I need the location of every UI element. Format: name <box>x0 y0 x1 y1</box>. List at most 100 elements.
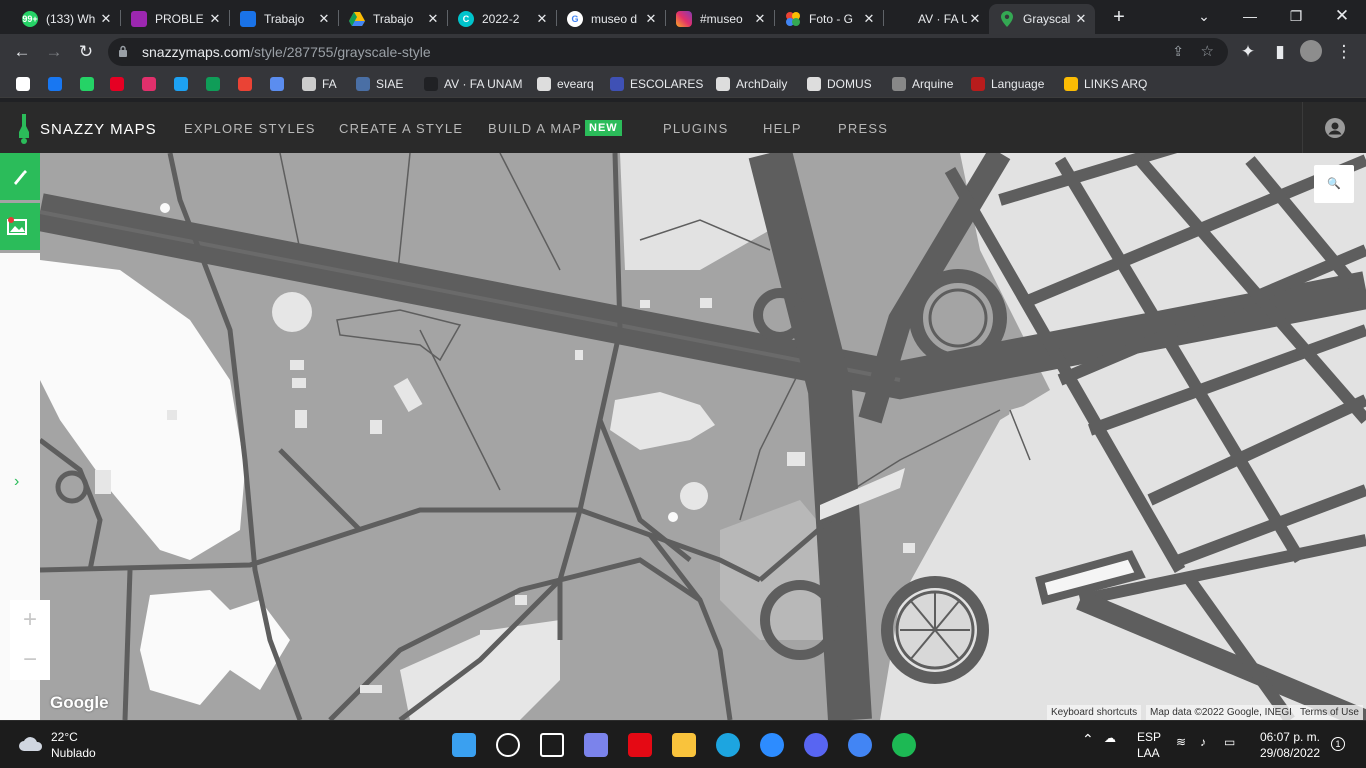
weather-temperature[interactable]: 22°C <box>51 730 78 744</box>
keyboard-layout-indicator[interactable]: LAA <box>1137 746 1160 760</box>
language-indicator[interactable]: ESP <box>1137 730 1161 744</box>
close-icon[interactable]: ✕ <box>534 11 550 27</box>
address-bar[interactable]: snazzymaps.com/style/287755/grayscale-st… <box>108 38 1228 66</box>
map-image-button[interactable] <box>0 203 40 250</box>
battery-icon[interactable]: ▭ <box>1224 735 1235 749</box>
bookmark-star-icon[interactable]: ☆ <box>1201 42 1214 60</box>
bookmark-arquine[interactable]: Arquine <box>892 76 953 92</box>
close-icon[interactable]: ✕ <box>425 11 441 27</box>
windows-start-icon[interactable] <box>452 733 476 757</box>
bookmark-escolares[interactable]: ESCOLARES <box>610 76 703 92</box>
restore-button[interactable]: ❐ <box>1274 0 1318 32</box>
bookmark-whatsapp[interactable] <box>80 76 100 92</box>
side-panel-icon[interactable]: ▮ <box>1268 40 1292 64</box>
notification-badge[interactable]: 1 <box>1331 737 1345 751</box>
nav-help[interactable]: HELP <box>763 121 802 136</box>
nav-explore-styles[interactable]: EXPLORE STYLES <box>184 121 316 136</box>
new-tab-button[interactable]: + <box>1108 6 1130 28</box>
close-icon[interactable]: ✕ <box>207 11 223 27</box>
task-view-icon[interactable] <box>540 733 564 757</box>
google-maps-icon <box>999 11 1015 27</box>
search-icon[interactable] <box>496 733 520 757</box>
share-icon[interactable]: ⇪ <box>1172 43 1184 60</box>
clock-time[interactable]: 06:07 p. m. <box>1258 730 1320 744</box>
edge-icon[interactable] <box>716 733 740 757</box>
reload-button[interactable]: ↻ <box>74 40 98 64</box>
account-button[interactable] <box>1302 102 1366 153</box>
bookmark-google[interactable] <box>16 76 36 92</box>
volume-icon[interactable]: ♪ <box>1200 735 1206 749</box>
expand-panel-arrow[interactable]: › <box>14 473 19 491</box>
nav-build-a-map[interactable]: BUILD A MAP <box>488 121 582 136</box>
tab-canva[interactable]: C 2022-2 ✕ <box>448 4 556 34</box>
tab-instagram[interactable]: #museo ✕ <box>666 4 774 34</box>
close-icon[interactable]: ✕ <box>1073 11 1089 27</box>
bookmark-gmail[interactable] <box>238 76 258 92</box>
tab-av-fa[interactable]: AV · FA U ✕ <box>884 4 989 34</box>
map-canvas[interactable]: › + − 🔍 Google Keyboard shortcuts Map da… <box>0 153 1366 720</box>
pinterest-icon <box>110 77 124 91</box>
clock-date[interactable]: 29/08/2022 <box>1258 746 1320 760</box>
bookmark-pinterest[interactable] <box>110 76 130 92</box>
map-search-button[interactable]: 🔍 <box>1314 165 1354 203</box>
wifi-icon[interactable]: ≋ <box>1176 735 1186 749</box>
netflix-icon[interactable] <box>628 733 652 757</box>
bookmark-language[interactable]: Language <box>971 76 1044 92</box>
bookmark-links-arq[interactable]: LINKS ARQ <box>1064 76 1147 92</box>
close-window-button[interactable]: ✕ <box>1320 0 1364 32</box>
site-logo[interactable]: SNAZZY MAPS <box>18 114 157 144</box>
terms-of-use-link[interactable]: Terms of Use <box>1296 705 1363 720</box>
tab-grayscale[interactable]: Grayscal ✕ <box>989 4 1095 34</box>
chrome-icon[interactable] <box>848 733 872 757</box>
bookmark-instagram[interactable] <box>142 76 162 92</box>
zoom-in-button[interactable]: + <box>10 600 50 640</box>
bookmark-facebook[interactable] <box>48 76 68 92</box>
close-icon[interactable]: ✕ <box>861 11 877 27</box>
bookmark-domus[interactable]: DOMUS <box>807 76 872 92</box>
back-button[interactable]: ← <box>10 40 34 64</box>
tab-museo[interactable]: G museo d ✕ <box>557 4 665 34</box>
teams-chat-icon[interactable] <box>584 733 608 757</box>
nav-press[interactable]: PRESS <box>838 121 888 136</box>
bookmark-evearq[interactable]: evearq <box>537 76 594 92</box>
close-icon[interactable]: ✕ <box>98 11 114 27</box>
tab-trabajo-2[interactable]: Trabajo ✕ <box>339 4 447 34</box>
zoom-out-button[interactable]: − <box>10 640 50 680</box>
onedrive-icon[interactable]: ☁ <box>1104 731 1116 745</box>
close-icon[interactable]: ✕ <box>643 11 659 27</box>
tab-problemas[interactable]: PROBLE ✕ <box>121 4 229 34</box>
tab-whatsapp[interactable]: 99+ (133) Wh ✕ <box>12 4 120 34</box>
minimize-button[interactable]: — <box>1228 0 1272 32</box>
show-hidden-icons[interactable]: ⌃ <box>1082 731 1094 748</box>
bookmark-siae[interactable]: SIAE <box>356 76 403 92</box>
file-explorer-icon[interactable] <box>672 733 696 757</box>
nav-create-a-style[interactable]: CREATE A STYLE <box>339 121 463 136</box>
bookmark-twitter[interactable] <box>174 76 194 92</box>
edit-style-button[interactable] <box>0 153 40 200</box>
bookmark-classroom[interactable] <box>206 76 226 92</box>
menu-icon[interactable]: ⋮ <box>1332 40 1356 64</box>
siae-icon <box>356 77 370 91</box>
close-icon[interactable]: ✕ <box>316 11 332 27</box>
profile-avatar[interactable] <box>1300 40 1324 64</box>
bookmark-label: AV · FA UNAM <box>444 77 523 91</box>
bookmark-label: SIAE <box>376 77 404 91</box>
discord-icon[interactable] <box>804 733 828 757</box>
keyboard-shortcuts-link[interactable]: Keyboard shortcuts <box>1047 705 1142 720</box>
bookmark-av-fa-unam[interactable]: AV · FA UNAM <box>424 76 522 92</box>
close-icon[interactable]: ✕ <box>752 11 768 27</box>
spotify-icon[interactable] <box>892 733 916 757</box>
bookmark-unam[interactable] <box>270 76 290 92</box>
site-header: SNAZZY MAPS EXPLORE STYLES CREATE A STYL… <box>0 102 1366 153</box>
bookmark-fa[interactable]: FA <box>302 76 337 92</box>
nav-plugins[interactable]: PLUGINS <box>663 121 728 136</box>
forward-button[interactable]: → <box>42 40 66 64</box>
bookmark-archdaily[interactable]: ArchDaily <box>716 76 787 92</box>
close-icon[interactable]: ✕ <box>967 11 983 27</box>
tab-trabajo-1[interactable]: Trabajo ✕ <box>230 4 338 34</box>
weather-description[interactable]: Nublado <box>51 746 96 760</box>
tab-search-button[interactable]: ⌄ <box>1182 0 1226 32</box>
tab-fotos[interactable]: Foto - G ✕ <box>775 4 883 34</box>
zoom-icon[interactable] <box>760 733 784 757</box>
extensions-icon[interactable]: ✦ <box>1236 40 1260 64</box>
